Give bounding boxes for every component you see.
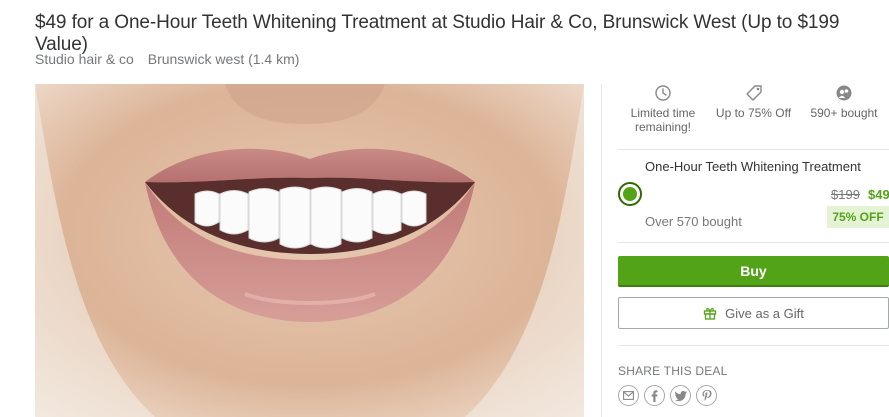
vertical-divider	[601, 84, 602, 417]
feature-discount: Up to 75% Off	[709, 84, 799, 144]
option-radio[interactable]	[618, 182, 642, 206]
feature-text: Limited time remaining!	[630, 106, 696, 134]
feature-list: Limited time remaining! Up to 75% Off 59…	[618, 84, 889, 144]
gift-button[interactable]: Give as a Gift	[618, 297, 889, 329]
share-row	[618, 385, 722, 406]
deal-price: $49	[868, 187, 889, 202]
buy-button[interactable]: Buy	[618, 256, 889, 287]
discount-badge: 75% OFF	[827, 206, 889, 228]
email-icon[interactable]	[618, 385, 639, 406]
merchant-line: Studio hair & co Brunswick west (1.4 km)	[35, 51, 309, 67]
feature-text: Up to 75% Off	[715, 106, 792, 120]
deal-title: $49 for a One-Hour Teeth Whitening Treat…	[35, 12, 840, 55]
feature-bought: 590+ bought	[799, 84, 889, 144]
pinterest-icon[interactable]	[696, 385, 717, 406]
merchant-name[interactable]: Studio hair & co	[35, 51, 134, 67]
share-title: SHARE THIS DEAL	[618, 364, 728, 378]
twitter-icon[interactable]	[670, 385, 691, 406]
facebook-icon[interactable]	[644, 385, 665, 406]
bought-count: Over 570 bought	[645, 214, 742, 229]
gift-icon	[703, 306, 717, 320]
merchant-location[interactable]: Brunswick west (1.4 km)	[148, 51, 300, 67]
bought-icon	[835, 84, 853, 102]
feature-limited-time: Limited time remaining!	[618, 84, 708, 144]
divider	[618, 242, 889, 243]
option-title: One-Hour Teeth Whitening Treatment	[645, 159, 861, 174]
tag-icon	[745, 84, 763, 102]
divider	[618, 149, 889, 150]
gift-label: Give as a Gift	[725, 305, 804, 321]
deal-image	[35, 84, 584, 417]
feature-text: 590+ bought	[810, 106, 878, 120]
divider	[618, 345, 889, 346]
clock-icon	[654, 84, 672, 102]
original-price: $199	[831, 187, 860, 202]
